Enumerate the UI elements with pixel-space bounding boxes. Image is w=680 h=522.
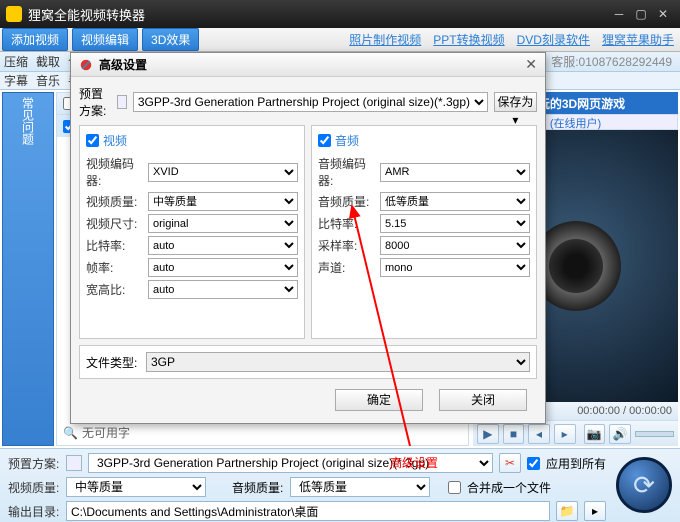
settings-icon (79, 58, 93, 72)
merge-label: 合并成一个文件 (467, 479, 551, 496)
minimize-button[interactable]: ─ (608, 5, 630, 23)
video-panel: 视频 视频编码器:XVID 视频质量:中等质量 视频尺寸:original 比特… (79, 125, 305, 339)
v-aspect-select[interactable]: auto (148, 280, 298, 299)
stop-button[interactable]: ■ (503, 424, 525, 444)
v-fps-label: 帧率: (86, 259, 148, 276)
v-quality-label: 视频质量: (86, 193, 148, 210)
preset-icon (66, 455, 82, 471)
v-fps-select[interactable]: auto (148, 258, 298, 277)
convert-button[interactable]: ⟳ (616, 457, 672, 513)
save-as-button[interactable]: 保存为 ▾ (494, 92, 537, 112)
a-sample-label: 采样率: (318, 237, 380, 254)
open-folder-button[interactable]: ▸ (584, 501, 606, 521)
filetype-select[interactable]: 3GP (146, 352, 530, 372)
a-quality-label: 音频质量: (318, 193, 380, 210)
empty-status: 🔍 无可用字 (63, 424, 130, 441)
link-dvd[interactable]: DVD刻录软件 (517, 31, 590, 48)
v-bitrate-label: 比特率: (86, 237, 148, 254)
advanced-settings-button[interactable]: ✂ (499, 453, 521, 473)
link-ppt[interactable]: PPT转换视频 (433, 31, 504, 48)
tb-music[interactable]: 音乐 (36, 72, 60, 89)
cancel-button[interactable]: 关闭 (439, 389, 527, 411)
volume-button[interactable]: 🔊 (609, 424, 631, 444)
apply-all-label: 应用到所有 (546, 455, 606, 472)
aq-label: 音频质量: (232, 479, 284, 496)
audio-header: 音频 (335, 132, 359, 149)
merge-checkbox[interactable] (448, 481, 461, 494)
video-header: 视频 (103, 132, 127, 149)
fx-button[interactable]: 3D效果 (142, 28, 199, 51)
titlebar: 狸窝全能视频转换器 ─ ▢ ✕ (0, 0, 680, 28)
play-button[interactable]: ▶ (477, 424, 499, 444)
a-encoder-label: 音频编码器: (318, 155, 380, 189)
dialog-close-button[interactable]: ✕ (525, 56, 537, 73)
app-logo (6, 6, 22, 22)
maximize-button[interactable]: ▢ (630, 5, 652, 23)
audio-quality-select[interactable]: 低等质量 (290, 477, 430, 497)
v-quality-select[interactable]: 中等质量 (148, 192, 298, 211)
video-enable-checkbox[interactable] (86, 134, 99, 147)
support-phone: 客服:01087628292449 (551, 53, 672, 70)
a-bitrate-select[interactable]: 5.15 (380, 214, 530, 233)
info-icon: 🔍 (63, 426, 78, 440)
preset-format-icon (117, 95, 127, 109)
v-size-select[interactable]: original (148, 214, 298, 233)
a-channel-select[interactable]: mono (380, 258, 530, 277)
link-apple[interactable]: 狸窝苹果助手 (602, 31, 674, 48)
close-button[interactable]: ✕ (652, 5, 674, 23)
ok-button[interactable]: 确定 (335, 389, 423, 411)
a-bitrate-label: 比特率: (318, 215, 380, 232)
preset-select[interactable]: 3GPP-3rd Generation Partnership Project … (88, 453, 493, 473)
output-path-input[interactable] (66, 501, 550, 521)
a-encoder-select[interactable]: AMR (380, 163, 530, 182)
preset-label: 预置方案: (8, 455, 60, 472)
filetype-label: 文件类型: (86, 354, 138, 371)
a-channel-label: 声道: (318, 259, 380, 276)
audio-panel: 音频 音频编码器:AMR 音频质量:低等质量 比特率:5.15 采样率:8000… (311, 125, 537, 339)
apply-all-checkbox[interactable] (527, 457, 540, 470)
video-quality-select[interactable]: 中等质量 (66, 477, 206, 497)
v-encoder-label: 视频编码器: (86, 155, 148, 189)
faq-tab[interactable]: 常见问题 (2, 92, 54, 446)
empty-text: 无可用字 (82, 424, 130, 441)
next-button[interactable]: ▸ (554, 424, 576, 444)
output-label: 输出目录: (8, 503, 60, 520)
browse-button[interactable]: 📁 (556, 501, 578, 521)
advanced-settings-dialog: 高级设置 ✕ 预置方案: 3GPP-3rd Generation Partner… (70, 52, 546, 424)
bottom-panel: 预置方案: 3GPP-3rd Generation Partnership Pr… (0, 448, 680, 522)
a-sample-select[interactable]: 8000 (380, 236, 530, 255)
menubar: 添加视频 视频编辑 3D效果 照片制作视频 PPT转换视频 DVD刻录软件 狸窝… (0, 28, 680, 52)
v-encoder-select[interactable]: XVID (148, 163, 298, 182)
link-photo[interactable]: 照片制作视频 (349, 31, 421, 48)
v-size-label: 视频尺寸: (86, 215, 148, 232)
dialog-title: 高级设置 (99, 56, 525, 73)
add-video-button[interactable]: 添加视频 (2, 28, 68, 51)
vq-label: 视频质量: (8, 479, 60, 496)
tb-subtitle[interactable]: 字幕 (4, 72, 28, 89)
volume-slider[interactable] (635, 431, 674, 437)
v-bitrate-select[interactable]: auto (148, 236, 298, 255)
dialog-preset-label: 预置方案: (79, 85, 111, 119)
tb-cut[interactable]: 截取 (36, 53, 60, 70)
tb-compress[interactable]: 压缩 (4, 53, 28, 70)
v-aspect-label: 宽高比: (86, 281, 148, 298)
snapshot-button[interactable]: 📷 (584, 424, 606, 444)
prev-button[interactable]: ◂ (528, 424, 550, 444)
a-quality-select[interactable]: 低等质量 (380, 192, 530, 211)
edit-video-button[interactable]: 视频编辑 (72, 28, 138, 51)
audio-enable-checkbox[interactable] (318, 134, 331, 147)
dialog-preset-select[interactable]: 3GPP-3rd Generation Partnership Project … (133, 92, 488, 112)
window-title: 狸窝全能视频转换器 (28, 5, 608, 24)
